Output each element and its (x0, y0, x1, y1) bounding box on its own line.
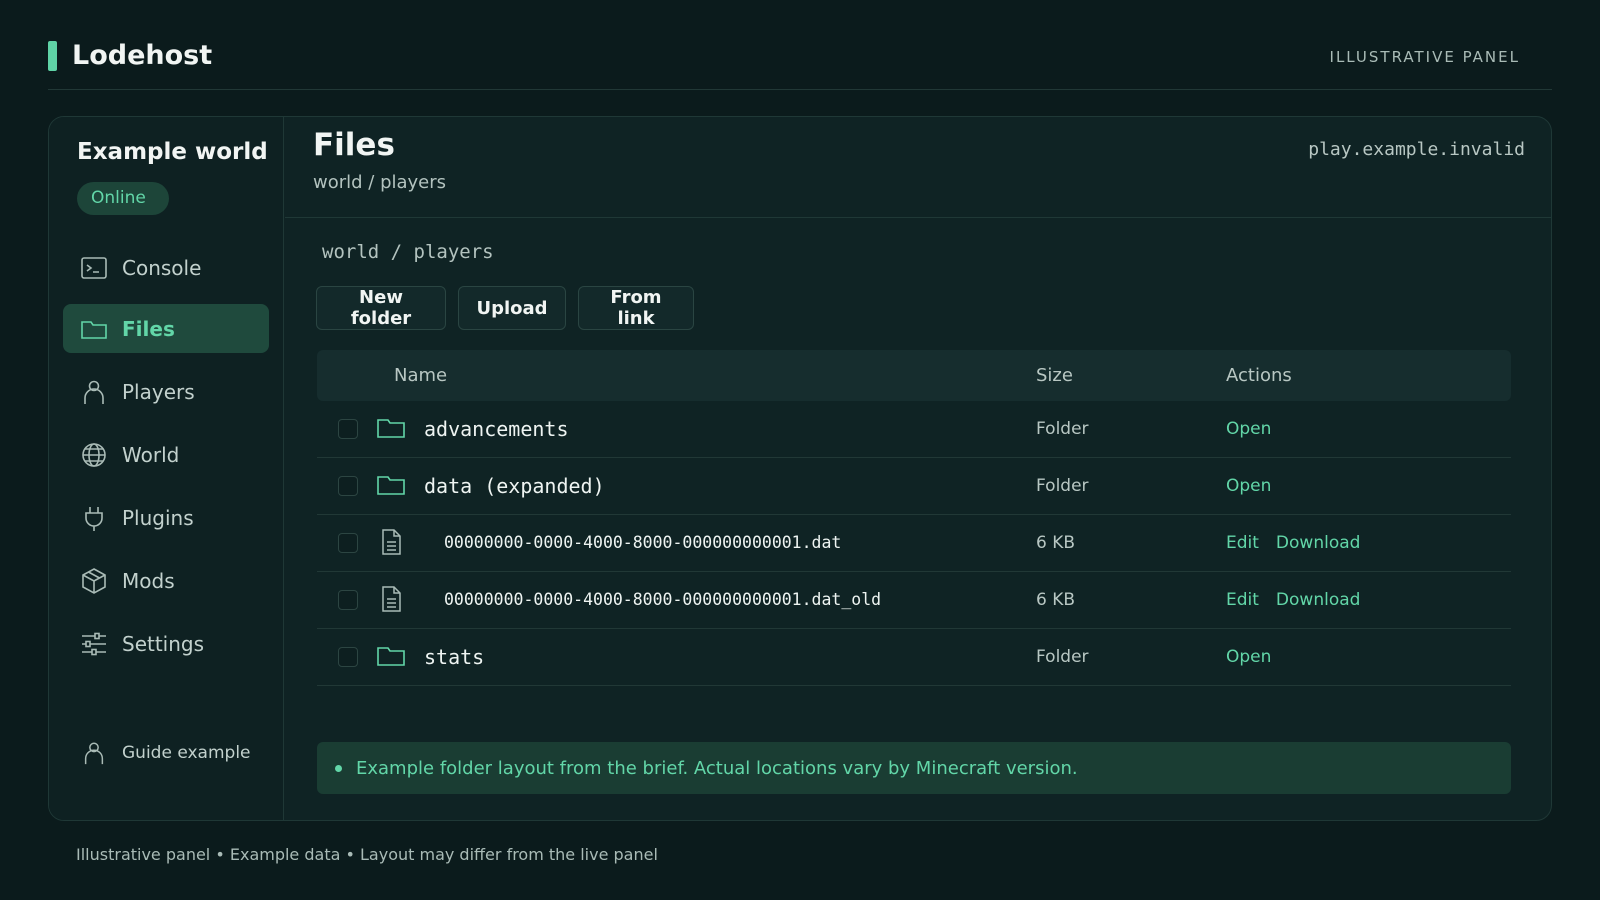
row-checkbox[interactable] (338, 476, 358, 496)
row-checkbox[interactable] (338, 647, 358, 667)
server-name: Example world (77, 139, 268, 165)
breadcrumb: world / players (313, 172, 447, 193)
sidebar-item-plugins[interactable]: Plugins (63, 493, 269, 542)
top-bar: Lodehost ILLUSTRATIVE PANEL (48, 30, 1552, 90)
row-actions: Edit Download (1226, 590, 1360, 610)
upload-button[interactable]: Upload (458, 286, 566, 330)
globe-icon (79, 440, 109, 470)
row-actions: Edit Download (1226, 533, 1360, 553)
file-icon (382, 586, 401, 612)
sidebar-item-settings[interactable]: Settings (63, 619, 269, 668)
file-name[interactable]: data (expanded) (424, 474, 605, 498)
open-link[interactable]: Open (1226, 476, 1271, 496)
column-name-header: Name (394, 365, 448, 386)
file-name[interactable]: 00000000-0000-4000-8000-000000000001.dat… (444, 590, 881, 609)
file-size: 6 KB (1036, 590, 1076, 610)
file-size: 6 KB (1036, 533, 1076, 553)
bullet-icon (335, 764, 342, 772)
table-row: stats Folder Open (317, 629, 1511, 686)
sidebar-item-label: World (122, 442, 180, 467)
table-row: 00000000-0000-4000-8000-000000000001.dat… (317, 515, 1511, 572)
sidebar-item-label: Players (122, 379, 195, 404)
brand-name: Lodehost (72, 40, 213, 71)
notice-text: Example folder layout from the brief. Ac… (356, 757, 1078, 779)
row-checkbox[interactable] (338, 533, 358, 553)
server-panel: Example world Online Console Files Playe… (48, 116, 1552, 821)
sidebar-item-world[interactable]: World (63, 430, 269, 479)
file-name[interactable]: advancements (424, 417, 569, 441)
folder-icon (377, 647, 405, 666)
user-icon (79, 377, 109, 407)
sidebar-item-console[interactable]: Console (63, 243, 269, 292)
sidebar-item-players[interactable]: Players (63, 367, 269, 416)
table-row: 00000000-0000-4000-8000-000000000001.dat… (317, 572, 1511, 629)
column-size-header: Size (1036, 365, 1073, 386)
footer-note: Illustrative panel • Example data • Layo… (76, 845, 658, 864)
file-toolbar: New folder Upload From link (316, 286, 694, 330)
file-table: Name Size Actions advancements Folder Op… (317, 350, 1511, 686)
folder-icon (377, 419, 405, 438)
info-notice: Example folder layout from the brief. Ac… (317, 742, 1511, 794)
sliders-icon (79, 629, 109, 659)
open-link[interactable]: Open (1226, 419, 1271, 439)
console-icon (79, 253, 109, 283)
sidebar-item-label: Plugins (122, 505, 194, 530)
table-row: advancements Folder Open (317, 401, 1511, 458)
user-icon (79, 738, 109, 768)
user-name: Guide example (122, 743, 251, 763)
brand-mark (48, 41, 57, 71)
folder-icon (377, 476, 405, 495)
cube-icon (79, 566, 109, 596)
top-note: ILLUSTRATIVE PANEL (1329, 48, 1520, 66)
status-badge: Online (77, 182, 169, 215)
file-size: Folder (1036, 647, 1089, 667)
server-address: play.example.invalid (1308, 139, 1525, 160)
main-content: Files world / players play.example.inval… (285, 117, 1551, 820)
file-icon (382, 529, 401, 555)
user-menu[interactable]: Guide example (63, 733, 269, 773)
from-link-button[interactable]: From link (578, 286, 694, 330)
table-header: Name Size Actions (317, 350, 1511, 401)
file-size: Folder (1036, 476, 1089, 496)
file-size: Folder (1036, 419, 1089, 439)
sidebar-item-label: Console (122, 255, 202, 280)
row-checkbox[interactable] (338, 590, 358, 610)
sidebar-item-label: Settings (122, 631, 205, 656)
plug-icon (79, 503, 109, 533)
main-header: Files world / players play.example.inval… (285, 117, 1551, 218)
row-actions: Open (1226, 647, 1271, 667)
download-link[interactable]: Download (1276, 533, 1361, 553)
edit-link[interactable]: Edit (1226, 533, 1259, 553)
sidebar-item-mods[interactable]: Mods (63, 556, 269, 605)
sidebar-item-label: Mods (122, 568, 175, 593)
page-title: Files (313, 127, 395, 163)
sidebar: Example world Online Console Files Playe… (49, 117, 284, 820)
file-name[interactable]: 00000000-0000-4000-8000-000000000001.dat (444, 533, 841, 552)
row-actions: Open (1226, 476, 1271, 496)
file-name[interactable]: stats (424, 645, 484, 669)
row-actions: Open (1226, 419, 1271, 439)
folder-icon (79, 314, 109, 344)
column-actions-header: Actions (1226, 365, 1292, 386)
new-folder-button[interactable]: New folder (316, 286, 446, 330)
sidebar-item-files[interactable]: Files (63, 304, 269, 353)
open-link[interactable]: Open (1226, 647, 1271, 667)
sidebar-item-label: Files (122, 316, 175, 341)
table-row: data (expanded) Folder Open (317, 458, 1511, 515)
current-path: world / players (322, 241, 494, 263)
edit-link[interactable]: Edit (1226, 590, 1259, 610)
row-checkbox[interactable] (338, 419, 358, 439)
download-link[interactable]: Download (1276, 590, 1361, 610)
